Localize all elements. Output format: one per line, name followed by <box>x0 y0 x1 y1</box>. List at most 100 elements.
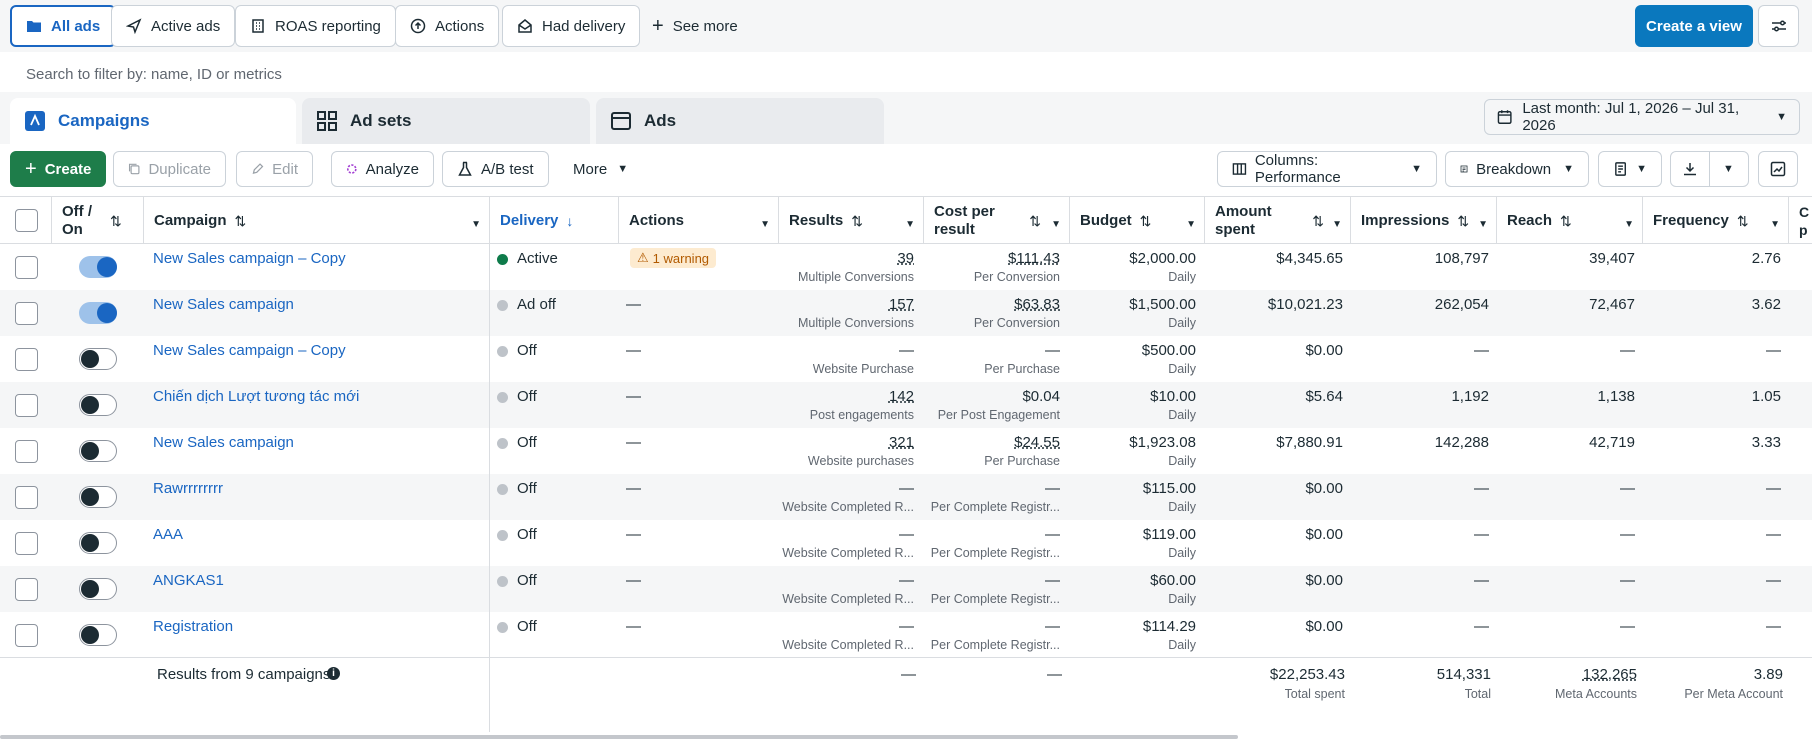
row-checkbox[interactable] <box>15 532 38 555</box>
header-frequency[interactable]: Frequency ⇅ ▼ <box>1643 197 1789 244</box>
duplicate-button[interactable]: Duplicate <box>113 151 226 187</box>
search-input[interactable] <box>26 65 1784 83</box>
campaign-toggle[interactable] <box>79 624 117 646</box>
campaign-toggle[interactable] <box>79 578 117 600</box>
campaign-name-link[interactable]: Rawrrrrrrrr <box>153 480 223 497</box>
header-label: Off / On <box>62 202 92 238</box>
header-budget[interactable]: Budget ⇅ ▼ <box>1070 197 1205 244</box>
campaign-toggle[interactable] <box>79 348 117 370</box>
table-row[interactable]: New Sales campaign Ad off — 157 Multiple Con… <box>0 290 1812 336</box>
create-button[interactable]: + Create <box>10 151 106 187</box>
results-value: 321 <box>888 434 914 451</box>
header-cost-per-result[interactable]: Cost per result ⇅ ▼ <box>924 197 1070 244</box>
header-label: Amount spent <box>1215 202 1272 238</box>
campaign-toggle[interactable] <box>79 302 117 324</box>
campaign-name-link[interactable]: New Sales campaign – Copy <box>153 250 346 267</box>
table-row[interactable]: New Sales campaign Off — 321 Website purchas… <box>0 428 1812 474</box>
table-row[interactable]: AAA Off — — Website Completed R... — Per Compl… <box>0 520 1812 566</box>
campaign-toggle[interactable] <box>79 440 117 462</box>
row-checkbox[interactable] <box>15 394 38 417</box>
table-header: Off / On ⇅ Campaign ⇅ ▼ Delivery ↓ Actio… <box>0 196 1812 244</box>
create-view-button[interactable]: Create a view <box>1635 5 1753 47</box>
budget-value[interactable]: $500.00 <box>1142 342 1196 359</box>
header-next-column[interactable]: C p <box>1789 197 1812 244</box>
header-campaign[interactable]: Campaign ⇅ ▼ <box>144 197 490 244</box>
export-button[interactable] <box>1670 151 1710 187</box>
table-row[interactable]: Registration Off — — Website Completed R... —… <box>0 612 1812 658</box>
table-row[interactable]: Rawrrrrrrrr Off — — Website Completed R... — P… <box>0 474 1812 520</box>
budget-value[interactable]: $119.00 <box>1143 526 1196 543</box>
table-row[interactable]: ANGKAS1 Off — — Website Completed R... — Per C… <box>0 566 1812 612</box>
reach-value: 39,407 <box>1589 250 1635 267</box>
budget-value[interactable]: $114.29 <box>1143 618 1196 635</box>
charts-button[interactable] <box>1758 151 1798 187</box>
columns-dropdown[interactable]: Columns: Performance ▼ <box>1217 151 1437 187</box>
see-more-button[interactable]: + See more <box>652 5 738 47</box>
row-checkbox[interactable] <box>15 486 38 509</box>
settings-sliders-button[interactable] <box>1758 5 1799 47</box>
header-actions[interactable]: Actions ▼ <box>619 197 779 244</box>
envelope-open-icon <box>518 19 532 33</box>
table-row[interactable]: New Sales campaign – Copy Active ⚠ 1 warnin… <box>0 244 1812 290</box>
campaign-name-link[interactable]: AAA <box>153 526 183 543</box>
header-delivery[interactable]: Delivery ↓ <box>490 197 619 244</box>
campaign-toggle[interactable] <box>79 394 117 416</box>
budget-value[interactable]: $1,923.08 <box>1129 434 1196 451</box>
table-row[interactable]: Chiến dịch Lượt tương tác mới Off — 142 Post… <box>0 382 1812 428</box>
budget-value[interactable]: $10.00 <box>1150 388 1196 405</box>
row-checkbox[interactable] <box>15 302 38 325</box>
warning-badge[interactable]: ⚠ 1 warning <box>630 248 717 268</box>
sort-icon: ⇅ <box>1736 212 1749 229</box>
select-all-checkbox[interactable] <box>15 209 38 232</box>
row-checkbox[interactable] <box>15 440 38 463</box>
more-button[interactable]: More ▼ <box>573 151 628 187</box>
date-range-picker[interactable]: Last month: Jul 1, 2026 – Jul 31, 2026 ▼ <box>1484 99 1800 135</box>
tab-ads[interactable]: Ads <box>596 98 884 144</box>
horizontal-scrollbar[interactable] <box>0 735 1238 739</box>
export-dropdown[interactable]: ▼ <box>1709 151 1749 187</box>
header-results[interactable]: Results ⇅ ▼ <box>779 197 924 244</box>
tab-ad-sets[interactable]: Ad sets <box>302 98 590 144</box>
header-select-all[interactable] <box>0 197 52 244</box>
budget-value[interactable]: $1,500.00 <box>1129 296 1196 313</box>
view-had-delivery[interactable]: Had delivery <box>502 5 641 47</box>
campaign-toggle[interactable] <box>79 486 117 508</box>
view-all-ads[interactable]: All ads <box>10 5 117 47</box>
ab-test-button[interactable]: A/B test <box>442 151 549 187</box>
tab-campaigns[interactable]: Campaigns <box>10 98 296 144</box>
campaign-name-link[interactable]: New Sales campaign – Copy <box>153 342 346 359</box>
info-icon[interactable]: i <box>327 667 340 680</box>
send-icon <box>126 18 142 34</box>
frequency-value: — <box>1766 526 1781 543</box>
budget-value[interactable]: $60.00 <box>1150 572 1196 589</box>
budget-value[interactable]: $2,000.00 <box>1129 250 1196 267</box>
campaign-name-link[interactable]: New Sales campaign <box>153 434 294 451</box>
search-bar[interactable] <box>10 56 1800 92</box>
row-checkbox[interactable] <box>15 348 38 371</box>
breakdown-dropdown[interactable]: Breakdown ▼ <box>1445 151 1589 187</box>
header-impressions[interactable]: Impressions ⇅ ▼ <box>1351 197 1497 244</box>
table-row[interactable]: New Sales campaign – Copy Off — — Website Pu… <box>0 336 1812 382</box>
header-off-on[interactable]: Off / On ⇅ <box>52 197 144 244</box>
row-checkbox[interactable] <box>15 578 38 601</box>
budget-type: Daily <box>1168 270 1196 284</box>
edit-button[interactable]: Edit <box>236 151 313 187</box>
caret-down-icon: ▼ <box>1563 163 1574 175</box>
campaign-name-link[interactable]: New Sales campaign <box>153 296 294 313</box>
row-checkbox[interactable] <box>15 256 38 279</box>
reports-dropdown[interactable]: ▼ <box>1598 151 1662 187</box>
row-checkbox[interactable] <box>15 624 38 647</box>
header-reach[interactable]: Reach ⇅ ▼ <box>1497 197 1643 244</box>
campaign-name-link[interactable]: Chiến dịch Lượt tương tác mới <box>153 388 359 405</box>
campaign-name-link[interactable]: ANGKAS1 <box>153 572 224 589</box>
campaign-name-link[interactable]: Registration <box>153 618 233 635</box>
view-roas-reporting[interactable]: ROAS reporting <box>235 5 396 47</box>
header-amount-spent[interactable]: Amount spent ⇅ ▼ <box>1205 197 1351 244</box>
analyze-button[interactable]: Analyze <box>331 151 434 187</box>
campaign-toggle[interactable] <box>79 532 117 554</box>
budget-type: Daily <box>1168 546 1196 560</box>
view-active-ads[interactable]: Active ads <box>111 5 236 47</box>
campaign-toggle[interactable] <box>79 256 117 278</box>
budget-value[interactable]: $115.00 <box>1143 480 1196 497</box>
view-actions[interactable]: Actions <box>395 5 500 47</box>
